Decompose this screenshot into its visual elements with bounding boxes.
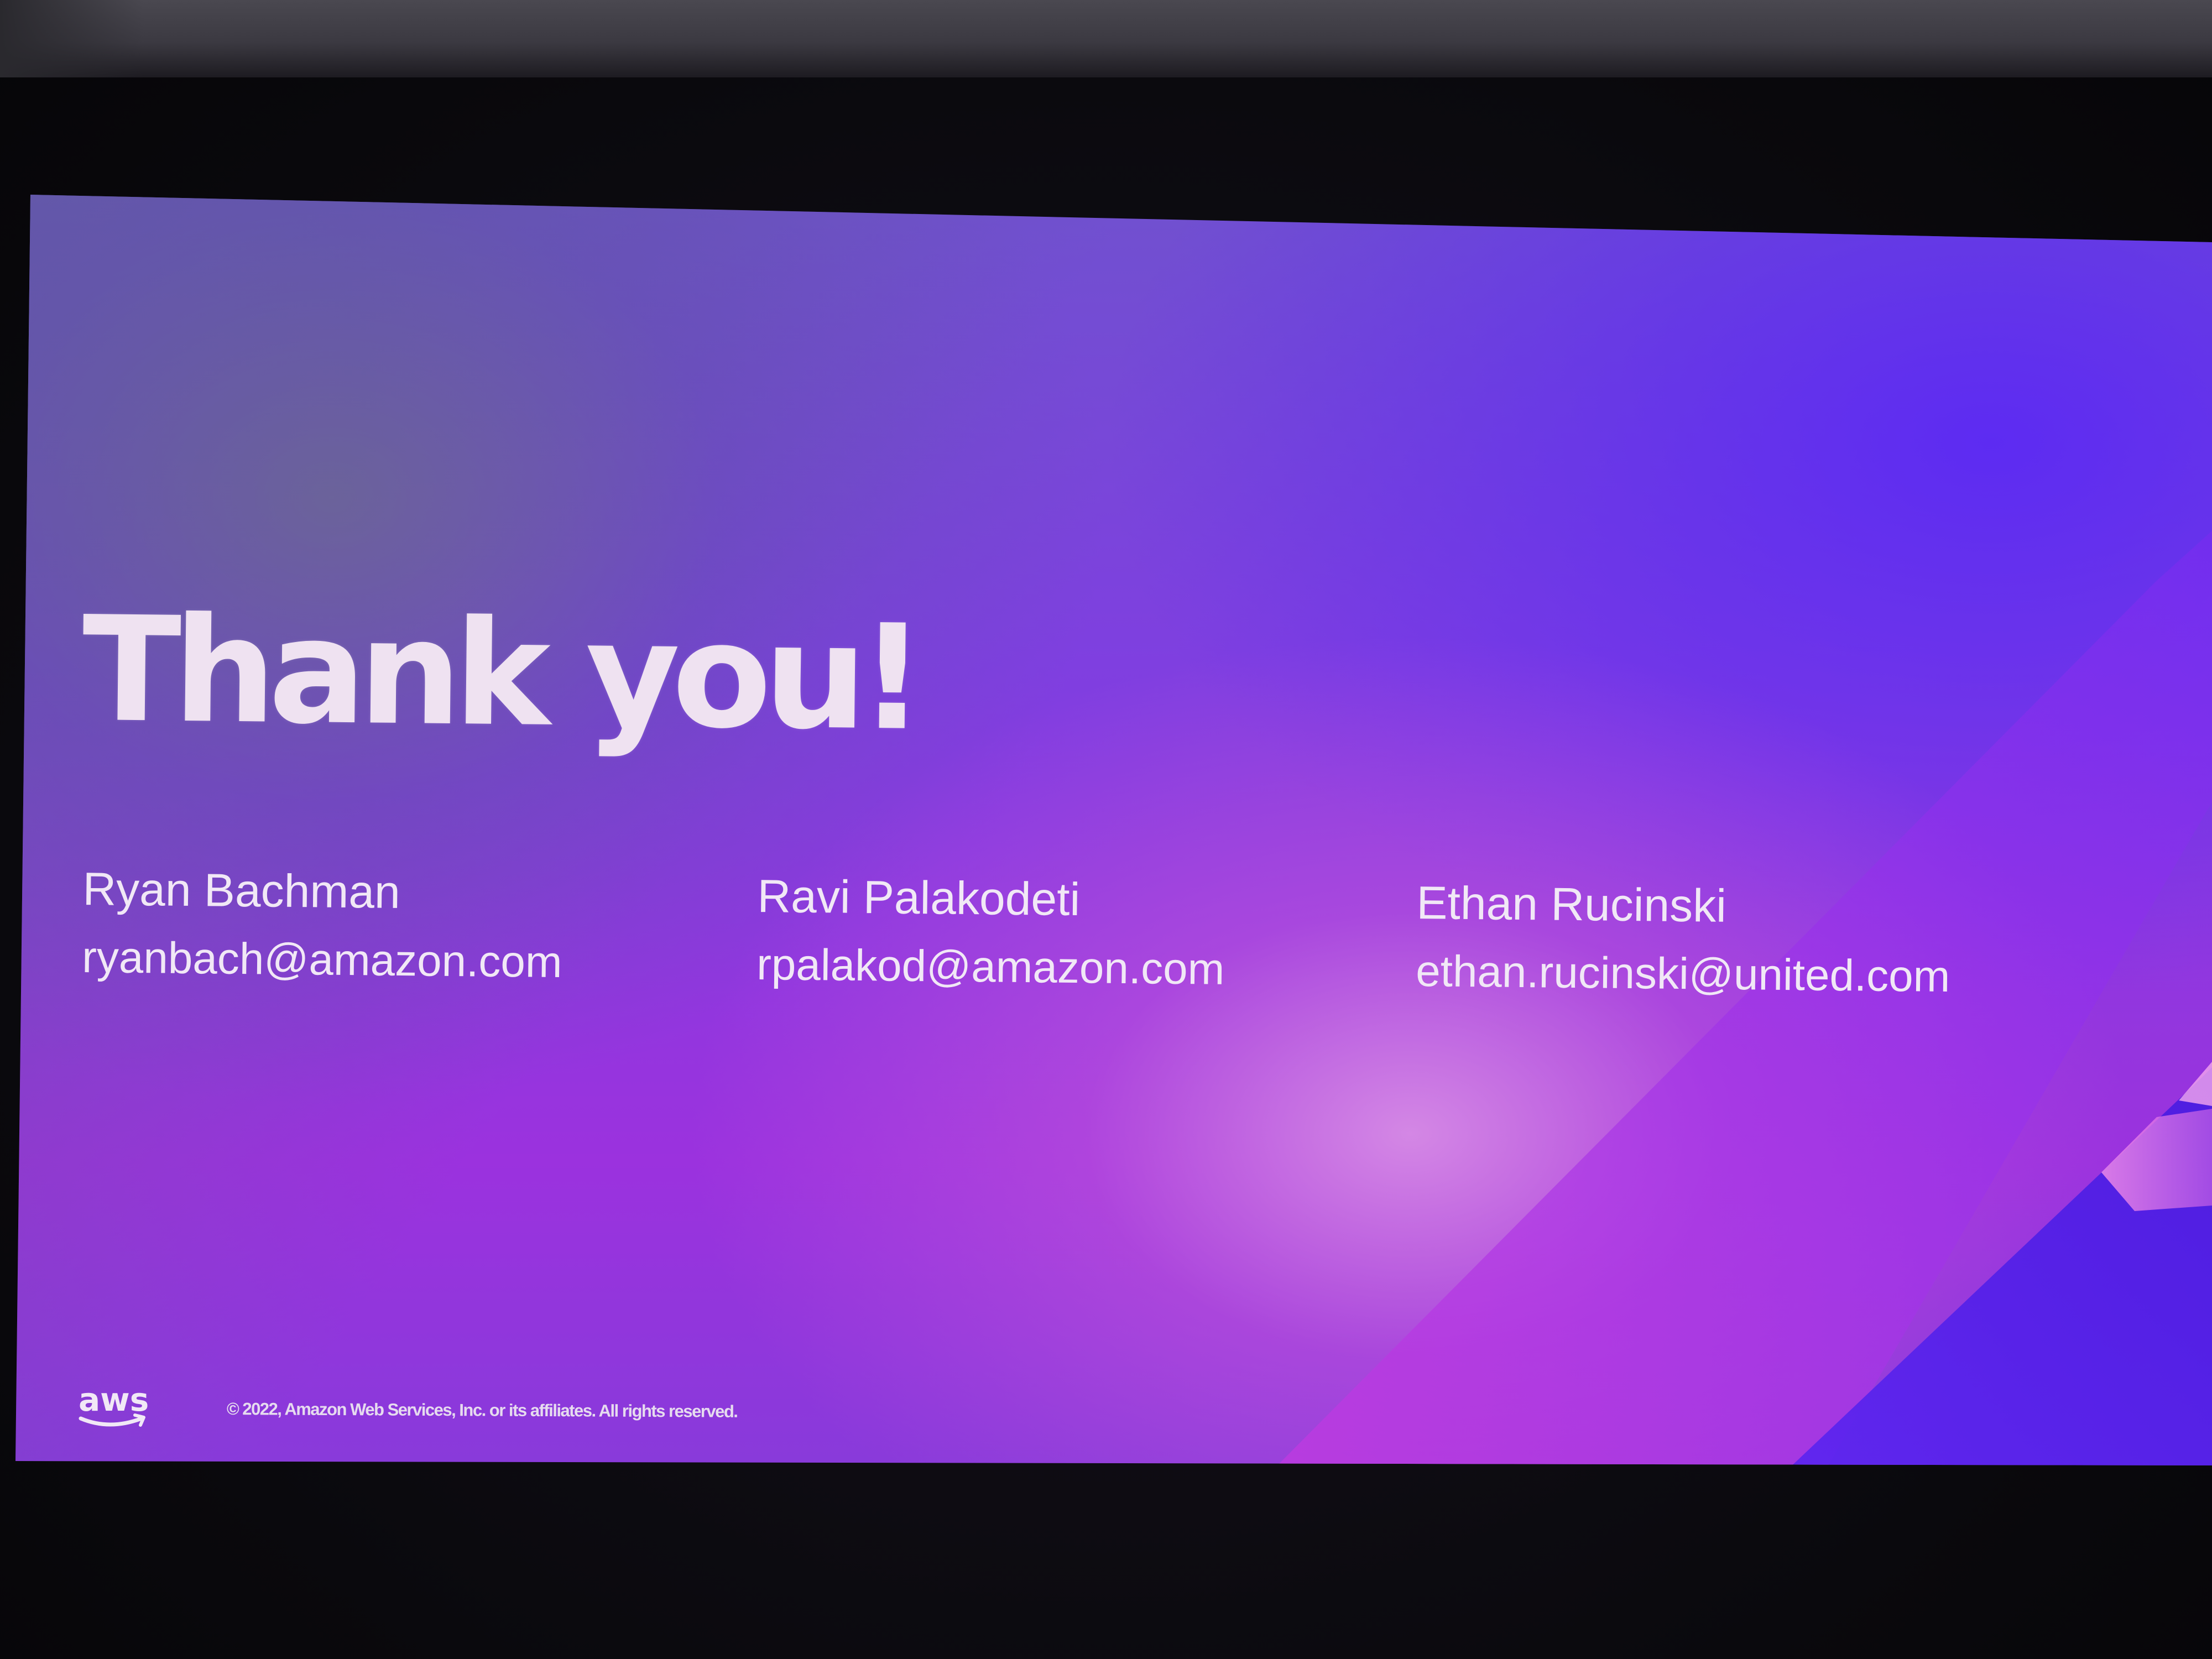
contact-card: Ryan Bachman ryanbach@amazon.com (81, 863, 563, 987)
contact-name: Ethan Rucinski (1416, 877, 1727, 932)
aws-smile-arrow (79, 1416, 144, 1427)
contact-email: ryanbach@amazon.com (81, 932, 562, 987)
wall-shadow (0, 0, 144, 77)
diagonal-streak-bright (2179, 1062, 2212, 1106)
contact-email: ethan.rucinski@united.com (1415, 946, 1950, 1001)
photo-scene: Thank you! Ryan Bachman ryanbach@amazon.… (0, 0, 2212, 1659)
slide-title: Thank you! (81, 585, 919, 763)
contact-name: Ravi Palakodeti (757, 870, 1081, 926)
contact-name: Ryan Bachman (82, 863, 401, 919)
contact-card: Ravi Palakodeti rpalakod@amazon.com (756, 870, 1225, 994)
aws-logo-text: aws (79, 1381, 149, 1418)
wall-strip (0, 0, 2212, 77)
aws-logo-icon: aws (79, 1381, 149, 1427)
presentation-slide: Thank you! Ryan Bachman ryanbach@amazon.… (15, 195, 2212, 1465)
contact-email: rpalakod@amazon.com (756, 939, 1225, 994)
copyright-notice: © 2022, Amazon Web Services, Inc. or its… (226, 1399, 738, 1421)
contact-card: Ethan Rucinski ethan.rucinski@united.com (1415, 877, 1951, 1001)
